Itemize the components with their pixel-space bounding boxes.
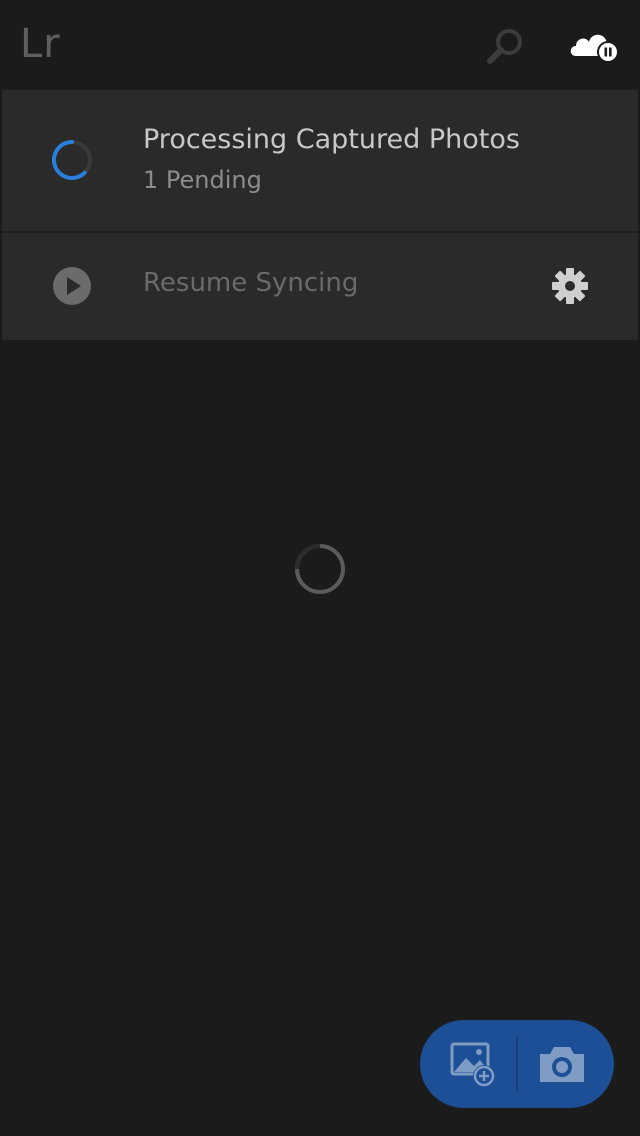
lightroom-logo[interactable]: Lr	[20, 20, 61, 68]
app-root: Lr Processing Captured Photos 1 Pending …	[0, 0, 640, 1136]
add-photo-icon	[450, 1042, 495, 1087]
progress-spinner-icon	[50, 138, 94, 182]
camera-button[interactable]	[534, 1040, 590, 1088]
camera-icon	[540, 1047, 584, 1082]
loading-spinner-icon	[292, 541, 348, 597]
gear-icon	[552, 268, 588, 304]
add-photos-button[interactable]	[444, 1038, 500, 1090]
resume-syncing-row[interactable]: Resume Syncing	[2, 233, 638, 340]
capture-actions-button-group	[420, 1020, 614, 1108]
processing-title: Processing Captured Photos	[143, 124, 520, 155]
cloud-paused-icon	[570, 34, 619, 63]
resume-syncing-label[interactable]: Resume Syncing	[143, 268, 358, 298]
pending-count: 1 Pending	[143, 166, 262, 194]
cloud-sync-status-button[interactable]	[566, 24, 622, 68]
play-icon[interactable]	[52, 266, 92, 306]
search-button[interactable]	[484, 24, 528, 68]
fab-divider	[516, 1036, 518, 1092]
sync-status-panel: Processing Captured Photos 1 Pending Res…	[2, 90, 638, 340]
search-icon	[487, 29, 522, 64]
sync-settings-button[interactable]	[548, 264, 592, 308]
top-bar: Lr	[0, 0, 640, 88]
processing-row: Processing Captured Photos 1 Pending	[2, 90, 638, 231]
